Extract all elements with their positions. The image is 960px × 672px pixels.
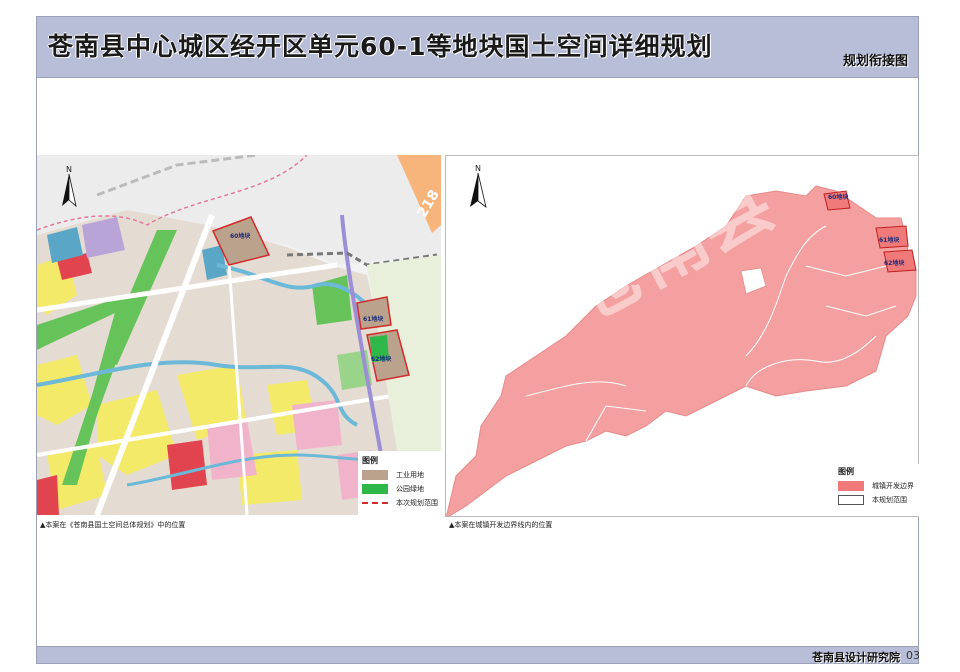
- footer-bar: [36, 646, 919, 664]
- right-caption: ▲本案在城镇开发边界线内的位置: [449, 521, 553, 529]
- left-caption: ▲本案在《苍南县国土空间总体规划》中的位置: [40, 521, 186, 529]
- legend-swatch-boundary: [362, 502, 388, 504]
- footer-org: 苍南县设计研究院: [812, 651, 900, 664]
- legend-swatch-plan-scope: [838, 495, 864, 505]
- left-block-60-label: 60地块: [230, 233, 251, 240]
- left-north-arrow-icon: N: [58, 164, 80, 216]
- right-north-label: N: [475, 164, 481, 173]
- legend-label-park: 公园绿地: [396, 485, 424, 493]
- left-legend: 图例 工业用地 公园绿地 本次规划范围: [358, 451, 448, 523]
- legend-label-plan-scope: 本规划范围: [872, 496, 907, 504]
- left-block-61-label: 61地块: [363, 316, 384, 323]
- right-north-arrow-icon: N: [466, 163, 490, 217]
- left-legend-item: 本次规划范围: [362, 498, 444, 508]
- legend-label-industrial: 工业用地: [396, 471, 424, 479]
- right-block-62-label: 62地块: [884, 260, 905, 267]
- right-block-60-label: 60地块: [828, 194, 849, 201]
- page-number: 03: [906, 649, 920, 662]
- right-block-61-label: 61地块: [879, 237, 900, 244]
- right-legend-title: 图例: [838, 467, 854, 476]
- right-legend-item: 城镇开发边界: [838, 481, 922, 491]
- page-title: 苍南县中心城区经开区单元60-1等地块国土空间详细规划: [48, 32, 713, 61]
- right-legend-item: 本规划范围: [838, 495, 922, 505]
- left-legend-item: 工业用地: [362, 470, 444, 480]
- legend-label-dev-boundary: 城镇开发边界: [872, 482, 914, 490]
- right-legend: 图例 城镇开发边界 本规划范围: [834, 464, 926, 516]
- left-block-62-label: 62地块: [371, 356, 392, 363]
- legend-swatch-dev-boundary: [838, 481, 864, 491]
- left-legend-title: 图例: [362, 456, 378, 465]
- page-subtitle: 规划衔接图: [842, 54, 908, 69]
- left-north-label: N: [66, 165, 72, 174]
- legend-label-boundary: 本次规划范围: [396, 499, 438, 507]
- left-legend-item: 公园绿地: [362, 484, 444, 494]
- legend-swatch-park: [362, 484, 388, 494]
- legend-swatch-industrial: [362, 470, 388, 480]
